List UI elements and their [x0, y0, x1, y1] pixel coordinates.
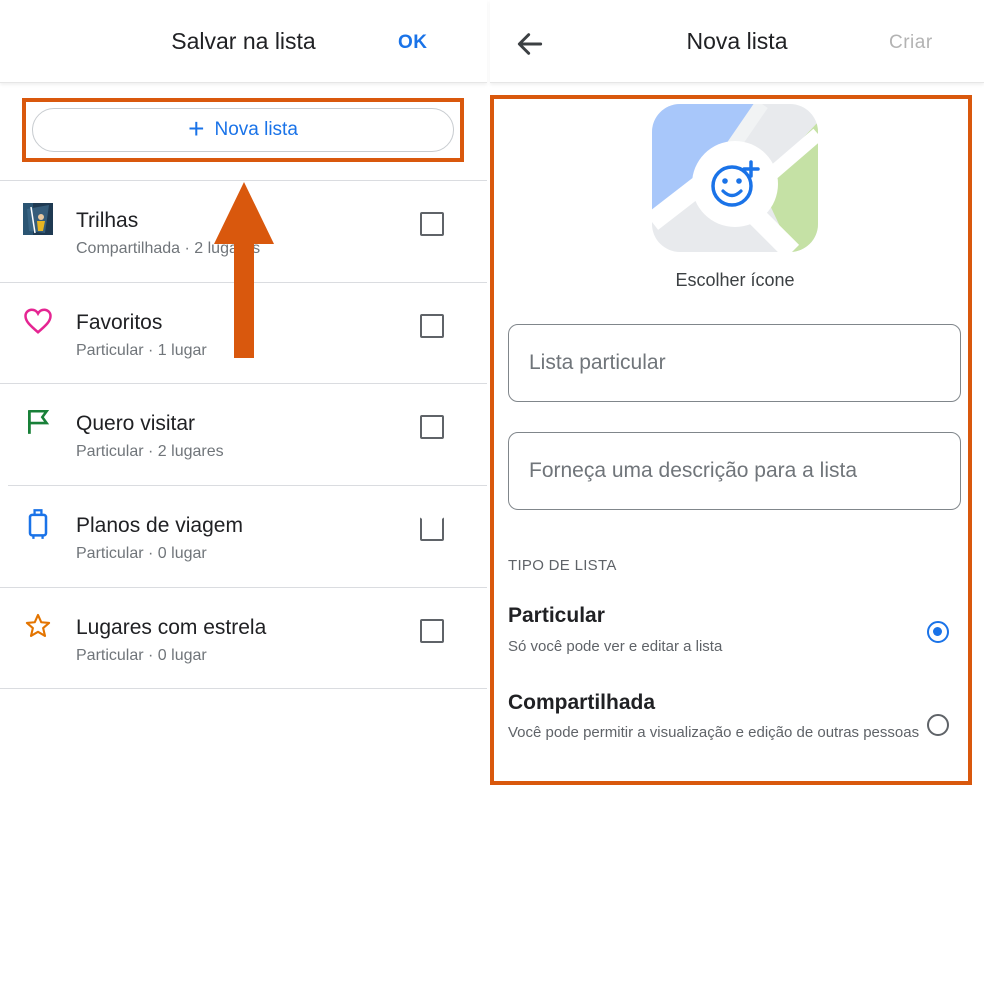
list-checkbox[interactable] [420, 415, 444, 439]
option-private-subtitle: Só você pode ver e editar a lista [508, 638, 723, 655]
list-subtitle: Particular · 2 lugares [76, 443, 224, 460]
list-title: Planos de viagem [76, 514, 243, 537]
divider [0, 688, 487, 689]
list-title: Favoritos [76, 311, 163, 334]
heart-icon [22, 305, 54, 337]
list-description-field[interactable] [508, 432, 961, 510]
list-name-field[interactable] [508, 324, 961, 402]
list-checkbox[interactable] [420, 619, 444, 643]
new-list-highlight: + Nova lista [22, 98, 464, 162]
list-subtitle: Particular · 0 lugar [76, 647, 207, 664]
list-name-input[interactable] [509, 325, 960, 401]
list-title: Quero visitar [76, 412, 196, 435]
list-description-input[interactable] [509, 433, 960, 509]
suitcase-icon [22, 508, 54, 540]
list-title: Trilhas [76, 209, 139, 232]
list-type-header: TIPO DE LISTA [508, 557, 617, 574]
choose-icon-map-icon[interactable] [652, 104, 818, 252]
ok-button[interactable]: OK [398, 32, 428, 54]
option-private-title[interactable]: Particular [508, 604, 605, 628]
list-item-planos-de-viagem[interactable]: Planos de viagem Particular · 0 lugar [0, 486, 487, 588]
trail-image-icon [22, 203, 54, 235]
flag-icon [22, 406, 54, 438]
plus-icon: + [188, 113, 205, 144]
list-item-quero-visitar[interactable]: Quero visitar Particular · 2 lugares [0, 384, 487, 486]
option-shared-subtitle: Você pode permitir a visualização e ediç… [508, 724, 920, 741]
new-list-panel: Nova lista Criar Escolher ícone TIPO DE … [490, 0, 984, 997]
option-shared-title[interactable]: Compartilhada [508, 691, 655, 715]
list-item-lugares-com-estrela[interactable]: Lugares com estrela Particular · 0 lugar [0, 588, 487, 690]
new-list-label: Nova lista [214, 119, 298, 140]
up-arrow-annotation-icon [214, 182, 274, 358]
save-to-list-panel: Salvar na lista OK + Nova lista Trilhas … [0, 0, 487, 997]
radio-shared[interactable] [927, 714, 949, 736]
list-subtitle: Particular · 1 lugar [76, 342, 207, 359]
radio-private-selected[interactable] [927, 621, 949, 643]
new-list-button[interactable]: + Nova lista [32, 108, 454, 152]
choose-icon-label: Escolher ícone [675, 270, 795, 290]
list-title: Lugares com estrela [76, 616, 267, 639]
list-subtitle: Particular · 0 lugar [76, 545, 207, 562]
create-button[interactable]: Criar [889, 32, 933, 54]
list-checkbox[interactable] [420, 212, 444, 236]
list-checkbox[interactable] [420, 517, 444, 541]
star-icon [22, 610, 54, 642]
list-checkbox[interactable] [420, 314, 444, 338]
